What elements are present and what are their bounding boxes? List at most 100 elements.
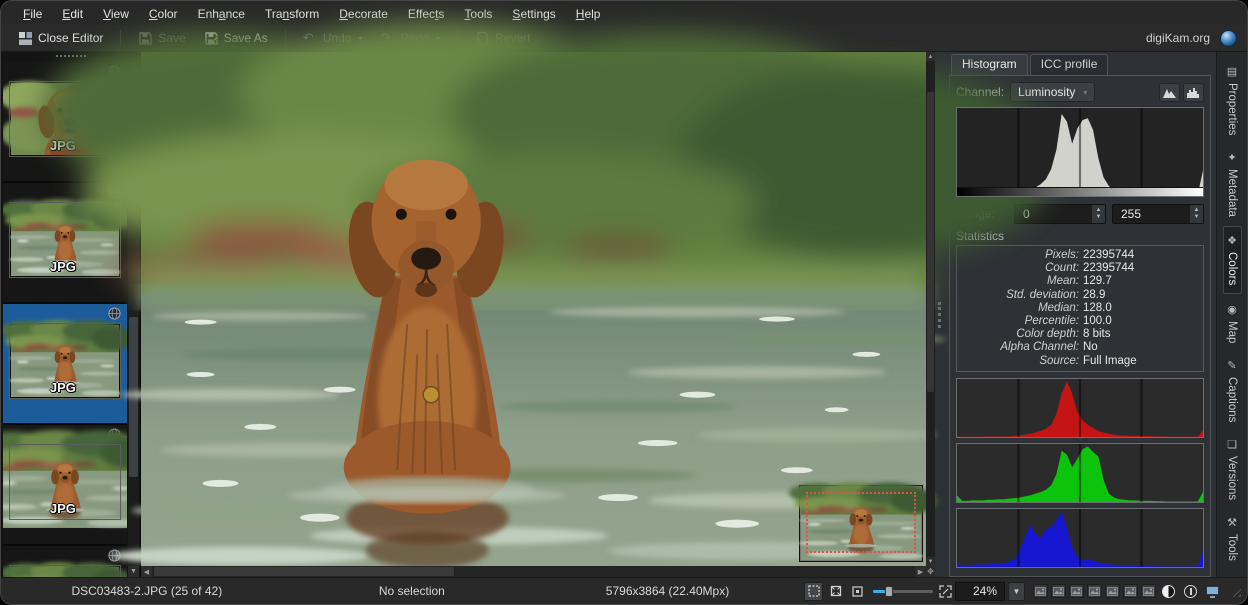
window-resize-grip[interactable] xyxy=(1229,585,1241,597)
scroll-left-arrow-icon[interactable]: ◀ xyxy=(141,566,152,577)
menu-enhance[interactable]: Enhance xyxy=(190,6,253,25)
under-exposure-indicator-button[interactable] xyxy=(1159,582,1178,601)
range-max-spinbox[interactable]: 255 ▲▼ xyxy=(1112,204,1204,224)
sidebar-tab-tools[interactable]: ⚒Tools xyxy=(1224,509,1241,568)
thumbnail-image[interactable]: JPG xyxy=(10,566,120,577)
statusbar-image-size: 5796x3864 (22.40Mpx) xyxy=(531,584,804,598)
pan-visible-region-rect[interactable] xyxy=(806,492,916,553)
stat-row: Count:22395744 xyxy=(965,262,1195,275)
right-sidebar-tabs: ▤Properties ✦ Metadata ❖Colors ◉Map ✎Captions… xyxy=(1216,52,1247,577)
sidebar-tab-versions[interactable]: ❏Versions xyxy=(1224,431,1241,507)
stat-value: Full Image xyxy=(1083,355,1137,368)
menu-tools[interactable]: Tools xyxy=(456,6,500,25)
scroll-up-arrow-icon[interactable]: ▲ xyxy=(926,52,935,61)
stat-label: Std. deviation: xyxy=(965,289,1083,302)
zoom-to-selection-button[interactable] xyxy=(804,582,823,601)
fit-to-window-button[interactable] xyxy=(826,582,845,601)
over-exposure-indicator-button[interactable] xyxy=(1181,582,1200,601)
menu-help[interactable]: Help xyxy=(568,6,609,25)
photo-icon xyxy=(1053,587,1064,596)
sidebar-tab-captions[interactable]: ✎Captions xyxy=(1224,352,1241,429)
preview-preset-button-5[interactable] xyxy=(1105,584,1120,598)
logarithmic-scale-button[interactable] xyxy=(1183,83,1204,102)
spinbox-arrows-icon[interactable]: ▲▼ xyxy=(1092,205,1105,223)
stat-row: Percentile:100.0 xyxy=(965,315,1195,328)
photo-icon xyxy=(1107,587,1118,596)
thumbnail-image[interactable]: JPG xyxy=(10,324,120,398)
zoom-percentage-field[interactable]: 24% xyxy=(955,582,1005,601)
preview-preset-button-3[interactable] xyxy=(1069,584,1084,598)
digikam-brand-label: digiKam.org xyxy=(1146,31,1210,45)
zoom-expand-icon[interactable] xyxy=(939,585,952,598)
stat-label: Source: xyxy=(965,355,1083,368)
canvas-vertical-scrollbar[interactable]: ▲ ▼ xyxy=(926,52,935,566)
luminosity-histogram[interactable] xyxy=(956,107,1204,197)
sidebar-tab-label: Versions xyxy=(1226,456,1238,500)
pan-corner-button[interactable]: ✥ xyxy=(926,566,935,577)
histogram-panel: HistogramICC profile Channel: Luminosity… xyxy=(944,52,1216,577)
preview-preset-button-4[interactable] xyxy=(1087,584,1102,598)
color-managed-view-button[interactable] xyxy=(1203,582,1222,601)
format-badge: JPG xyxy=(50,501,76,516)
scroll-down-arrow-icon[interactable]: ▼ xyxy=(926,557,935,566)
digikam-logo-icon xyxy=(1220,30,1237,47)
channel-combobox[interactable]: Luminosity ▾ xyxy=(1010,82,1095,102)
menu-edit[interactable]: Edit xyxy=(54,6,91,25)
menu-file[interactable]: File xyxy=(15,6,50,25)
thumbnail-item-4[interactable]: JPG xyxy=(3,425,127,546)
metadata-icon: ✦ xyxy=(1226,151,1239,164)
sidebar-tab-properties[interactable]: ▤Properties xyxy=(1224,58,1241,142)
monitor-icon xyxy=(1205,585,1220,598)
close-editor-button[interactable]: Close Editor xyxy=(11,29,110,48)
photo-icon xyxy=(1071,587,1082,596)
fit-to-selection-button[interactable] xyxy=(848,582,867,601)
sidebar-tab-map[interactable]: ◉Map xyxy=(1224,296,1241,350)
sidebar-tab-label: Map xyxy=(1226,321,1238,343)
photo-icon xyxy=(1035,587,1046,596)
fit-window-icon xyxy=(830,585,842,597)
sidebar-tab-label: Properties xyxy=(1226,83,1238,135)
menu-color[interactable]: Color xyxy=(141,6,186,25)
toolbar-separator xyxy=(120,30,121,46)
menu-transform[interactable]: Transform xyxy=(257,6,327,25)
stat-label: Color depth: xyxy=(965,328,1083,341)
geolocation-globe-icon xyxy=(108,307,121,320)
thumbnail-image[interactable]: JPG xyxy=(10,445,120,519)
pan-overview-widget[interactable] xyxy=(800,486,922,561)
zoom-preset-dropdown-button[interactable]: ▼ xyxy=(1008,582,1025,601)
histogram-tab-content: Channel: Luminosity ▾ xyxy=(949,75,1211,577)
scroll-down-arrow-icon[interactable]: ▼ xyxy=(128,566,139,577)
spinbox-arrows-icon[interactable]: ▲▼ xyxy=(1190,205,1203,223)
sidebar-tab-metadata[interactable]: ✦ Metadata xyxy=(1224,144,1241,224)
preview-preset-button-1[interactable] xyxy=(1033,584,1048,598)
tab-histogram[interactable]: Histogram xyxy=(951,54,1028,75)
menu-settings[interactable]: Settings xyxy=(504,6,563,25)
scroll-right-arrow-icon[interactable]: ▶ xyxy=(915,566,926,577)
tab-icc-profile[interactable]: ICC profile xyxy=(1030,54,1109,75)
log-histogram-icon xyxy=(1187,87,1200,98)
editor-canvas[interactable]: ▲ ▼ ◀ ▶ ✥ xyxy=(141,52,935,577)
thumbnail-item-3-selected[interactable]: JPG xyxy=(3,304,127,425)
close-editor-icon xyxy=(18,31,33,46)
menubar: FileEditViewColorEnhanceTransformDecorat… xyxy=(1,1,1247,25)
stat-value: No xyxy=(1083,341,1098,354)
stat-value: 128.0 xyxy=(1083,302,1112,315)
blue-channel-histogram xyxy=(956,508,1204,568)
stat-row: Pixels:22395744 xyxy=(965,249,1195,262)
photo-icon xyxy=(1089,587,1100,596)
zoom-slider-handle[interactable] xyxy=(885,586,893,597)
thumbnail-item-5[interactable]: JPG xyxy=(3,546,127,577)
menu-decorate[interactable]: Decorate xyxy=(331,6,396,25)
vertical-scrollbar-handle[interactable] xyxy=(927,92,934,392)
linear-scale-button[interactable] xyxy=(1159,83,1180,102)
menu-view[interactable]: View xyxy=(95,6,137,25)
preview-preset-button-2[interactable] xyxy=(1051,584,1066,598)
zoom-slider[interactable] xyxy=(873,584,933,598)
preview-preset-button-7[interactable] xyxy=(1141,584,1156,598)
horizontal-scrollbar-handle[interactable] xyxy=(154,567,454,576)
preview-preset-button-6[interactable] xyxy=(1123,584,1138,598)
canvas-horizontal-scrollbar[interactable]: ◀ ▶ xyxy=(141,566,926,577)
sidebar-tab-label: Metadata xyxy=(1226,169,1238,217)
sidebar-tab-colors[interactable]: ❖Colors xyxy=(1223,226,1242,293)
stat-row: Mean:129.7 xyxy=(965,275,1195,288)
